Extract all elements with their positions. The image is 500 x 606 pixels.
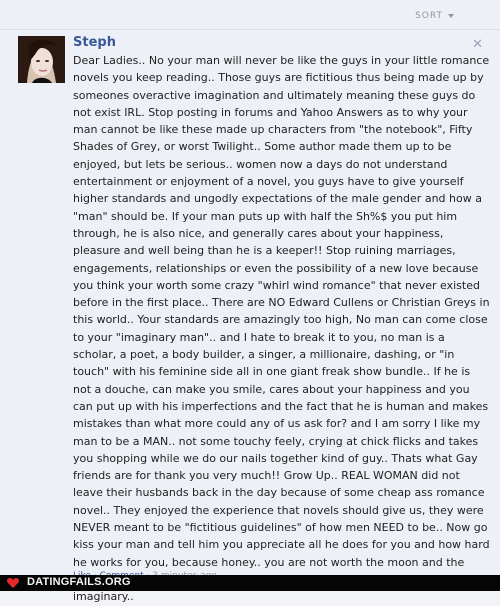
datingfails-footer: DATINGFAILS.ORG xyxy=(0,575,500,591)
heart-icon xyxy=(7,578,19,588)
sort-label: SORT xyxy=(415,11,443,21)
comment-sort-bar: SORT xyxy=(0,0,500,30)
avatar[interactable] xyxy=(18,36,65,83)
profile-photo-icon xyxy=(18,36,65,83)
chevron-down-icon xyxy=(448,14,454,18)
comment-text: Dear Ladies.. No your man will never be … xyxy=(73,54,490,604)
brand-text: DATINGFAILS.ORG xyxy=(27,576,131,588)
commenter-name[interactable]: Steph xyxy=(73,35,116,50)
comment-card: Steph ✕ Dear Ladies.. No your man will n… xyxy=(0,30,500,603)
close-icon[interactable]: ✕ xyxy=(472,37,483,52)
sort-dropdown[interactable]: SORT xyxy=(415,11,454,21)
